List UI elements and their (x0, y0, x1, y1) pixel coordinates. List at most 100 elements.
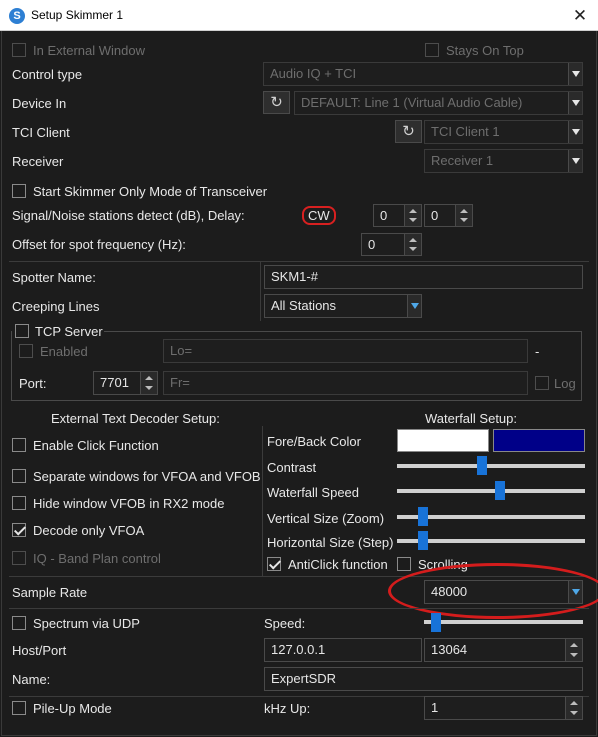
sample-rate-label: Sample Rate (12, 585, 88, 600)
snr-label: Signal/Noise stations detect (dB), Delay… (12, 208, 245, 223)
chevron-down-icon[interactable] (568, 92, 582, 114)
khz-up-spin-buttons[interactable] (565, 697, 582, 719)
anticlick-checkbox[interactable] (267, 557, 281, 571)
host-value: 127.0.0.1 (271, 642, 326, 657)
enable-click-label: Enable Click Function (33, 438, 159, 453)
spectrum-udp-label: Spectrum via UDP (33, 616, 140, 631)
host-input[interactable]: 127.0.0.1 (264, 638, 422, 662)
separator (9, 261, 589, 262)
fr-input[interactable]: Fr= (163, 371, 528, 395)
khz-up-value: 1 (431, 700, 439, 715)
start-skimmer-only-checkbox[interactable] (12, 184, 26, 198)
spin-down-icon[interactable] (460, 218, 468, 222)
device-in-label: Device In (12, 96, 67, 111)
udp-name-input[interactable]: ExpertSDR (264, 667, 583, 691)
separator-vertical (262, 426, 263, 576)
udp-port-spinbox[interactable]: 13064 (424, 638, 583, 662)
chevron-down-icon[interactable] (568, 150, 582, 172)
spin-up-icon[interactable] (570, 701, 578, 705)
spin-up-icon[interactable] (460, 209, 468, 213)
waterfall-speed-label: Waterfall Speed (267, 485, 360, 500)
spotter-name-input[interactable]: SKM1-# (264, 265, 583, 289)
enable-click-checkbox[interactable] (12, 438, 26, 452)
spin-up-icon[interactable] (409, 238, 417, 242)
refresh-icon: ↻ (402, 122, 415, 140)
vertical-size-slider-thumb[interactable] (418, 507, 429, 526)
waterfall-speed-slider-track[interactable] (397, 489, 585, 493)
pile-up-checkbox[interactable] (12, 701, 26, 715)
khz-up-spinbox[interactable]: 1 (424, 696, 583, 720)
offset-value: 0 (368, 237, 376, 252)
delay-spin-buttons[interactable] (455, 205, 472, 226)
hide-vfob-checkbox[interactable] (12, 496, 26, 510)
app-icon: S (9, 8, 25, 24)
range-dash: - (535, 344, 540, 359)
log-checkbox[interactable] (535, 376, 549, 390)
spin-down-icon[interactable] (570, 711, 578, 715)
tcp-server-checkbox[interactable] (15, 324, 29, 338)
separate-windows-checkbox[interactable] (12, 469, 26, 483)
tcp-enabled-checkbox[interactable] (19, 344, 33, 358)
spin-down-icon[interactable] (409, 247, 417, 251)
tcp-server-label: TCP Server (35, 324, 103, 339)
cw-mode-badge[interactable]: CW (302, 206, 336, 225)
fore-color-swatch[interactable] (397, 429, 489, 452)
fr-placeholder: Fr= (170, 375, 190, 390)
device-in-value: DEFAULT: Line 1 (Virtual Audio Cable) (301, 95, 523, 110)
window-title: Setup Skimmer 1 (31, 8, 124, 22)
spin-down-icon[interactable] (570, 653, 578, 657)
tci-client-select[interactable]: TCI Client 1 (424, 120, 583, 144)
tci-client-value: TCI Client 1 (431, 124, 500, 139)
in-external-window-label: In External Window (33, 43, 145, 58)
log-label: Log (554, 376, 576, 391)
spectrum-udp-checkbox[interactable] (12, 616, 26, 630)
snr-spin-buttons[interactable] (404, 205, 421, 226)
device-in-select[interactable]: DEFAULT: Line 1 (Virtual Audio Cable) (294, 91, 583, 115)
tcp-enabled-label: Enabled (40, 344, 88, 359)
vertical-size-label: Vertical Size (Zoom) (267, 511, 385, 526)
contrast-label: Contrast (267, 460, 317, 475)
separate-windows-label: Separate windows for VFOA and VFOB (33, 469, 261, 484)
receiver-select[interactable]: Receiver 1 (424, 149, 583, 173)
chevron-down-icon[interactable] (407, 295, 421, 317)
lo-placeholder: Lo= (170, 343, 193, 358)
scrolling-checkbox[interactable] (397, 557, 411, 571)
spin-up-icon[interactable] (409, 209, 417, 213)
udp-name-label: Name: (12, 672, 51, 687)
close-button[interactable]: ✕ (566, 4, 594, 28)
in-external-window-checkbox[interactable] (12, 43, 26, 57)
contrast-slider-thumb[interactable] (477, 456, 488, 475)
control-type-value: Audio IQ + TCI (270, 66, 357, 81)
back-color-swatch[interactable] (493, 429, 585, 452)
anticlick-label: AntiClick function (288, 557, 388, 572)
spin-down-icon[interactable] (409, 218, 417, 222)
udp-port-spin-buttons[interactable] (565, 639, 582, 661)
spotter-name-value: SKM1-# (271, 269, 318, 284)
stays-on-top-checkbox[interactable] (425, 43, 439, 57)
contrast-slider-track[interactable] (397, 464, 585, 468)
creeping-lines-select[interactable]: All Stations (264, 294, 422, 318)
iq-band-plan-checkbox[interactable] (12, 551, 26, 565)
udp-name-value: ExpertSDR (271, 671, 337, 686)
spin-down-icon[interactable] (145, 386, 153, 390)
udp-speed-slider-track[interactable] (424, 620, 583, 624)
chevron-down-icon[interactable] (568, 63, 582, 85)
spin-up-icon[interactable] (570, 643, 578, 647)
tci-refresh-button[interactable]: ↻ (395, 120, 422, 143)
port-spin-buttons[interactable] (140, 372, 157, 394)
device-refresh-button[interactable]: ↻ (263, 91, 290, 114)
decoder-title: External Text Decoder Setup: (51, 411, 220, 426)
waterfall-speed-slider-thumb[interactable] (494, 481, 505, 500)
offset-label: Offset for spot frequency (Hz): (12, 237, 186, 252)
control-type-select[interactable]: Audio IQ + TCI (263, 62, 583, 86)
decode-only-vfoa-label: Decode only VFOA (33, 523, 145, 538)
udp-speed-slider-thumb[interactable] (431, 613, 442, 632)
iq-band-plan-label: IQ - Band Plan control (33, 551, 161, 566)
offset-spin-buttons[interactable] (404, 234, 421, 255)
lo-input[interactable]: Lo= (163, 339, 528, 363)
spin-up-icon[interactable] (145, 376, 153, 380)
horizontal-size-slider-thumb[interactable] (418, 531, 429, 550)
hide-vfob-label: Hide window VFOB in RX2 mode (33, 496, 225, 511)
chevron-down-icon[interactable] (568, 121, 582, 143)
decode-only-vfoa-checkbox[interactable] (12, 523, 26, 537)
